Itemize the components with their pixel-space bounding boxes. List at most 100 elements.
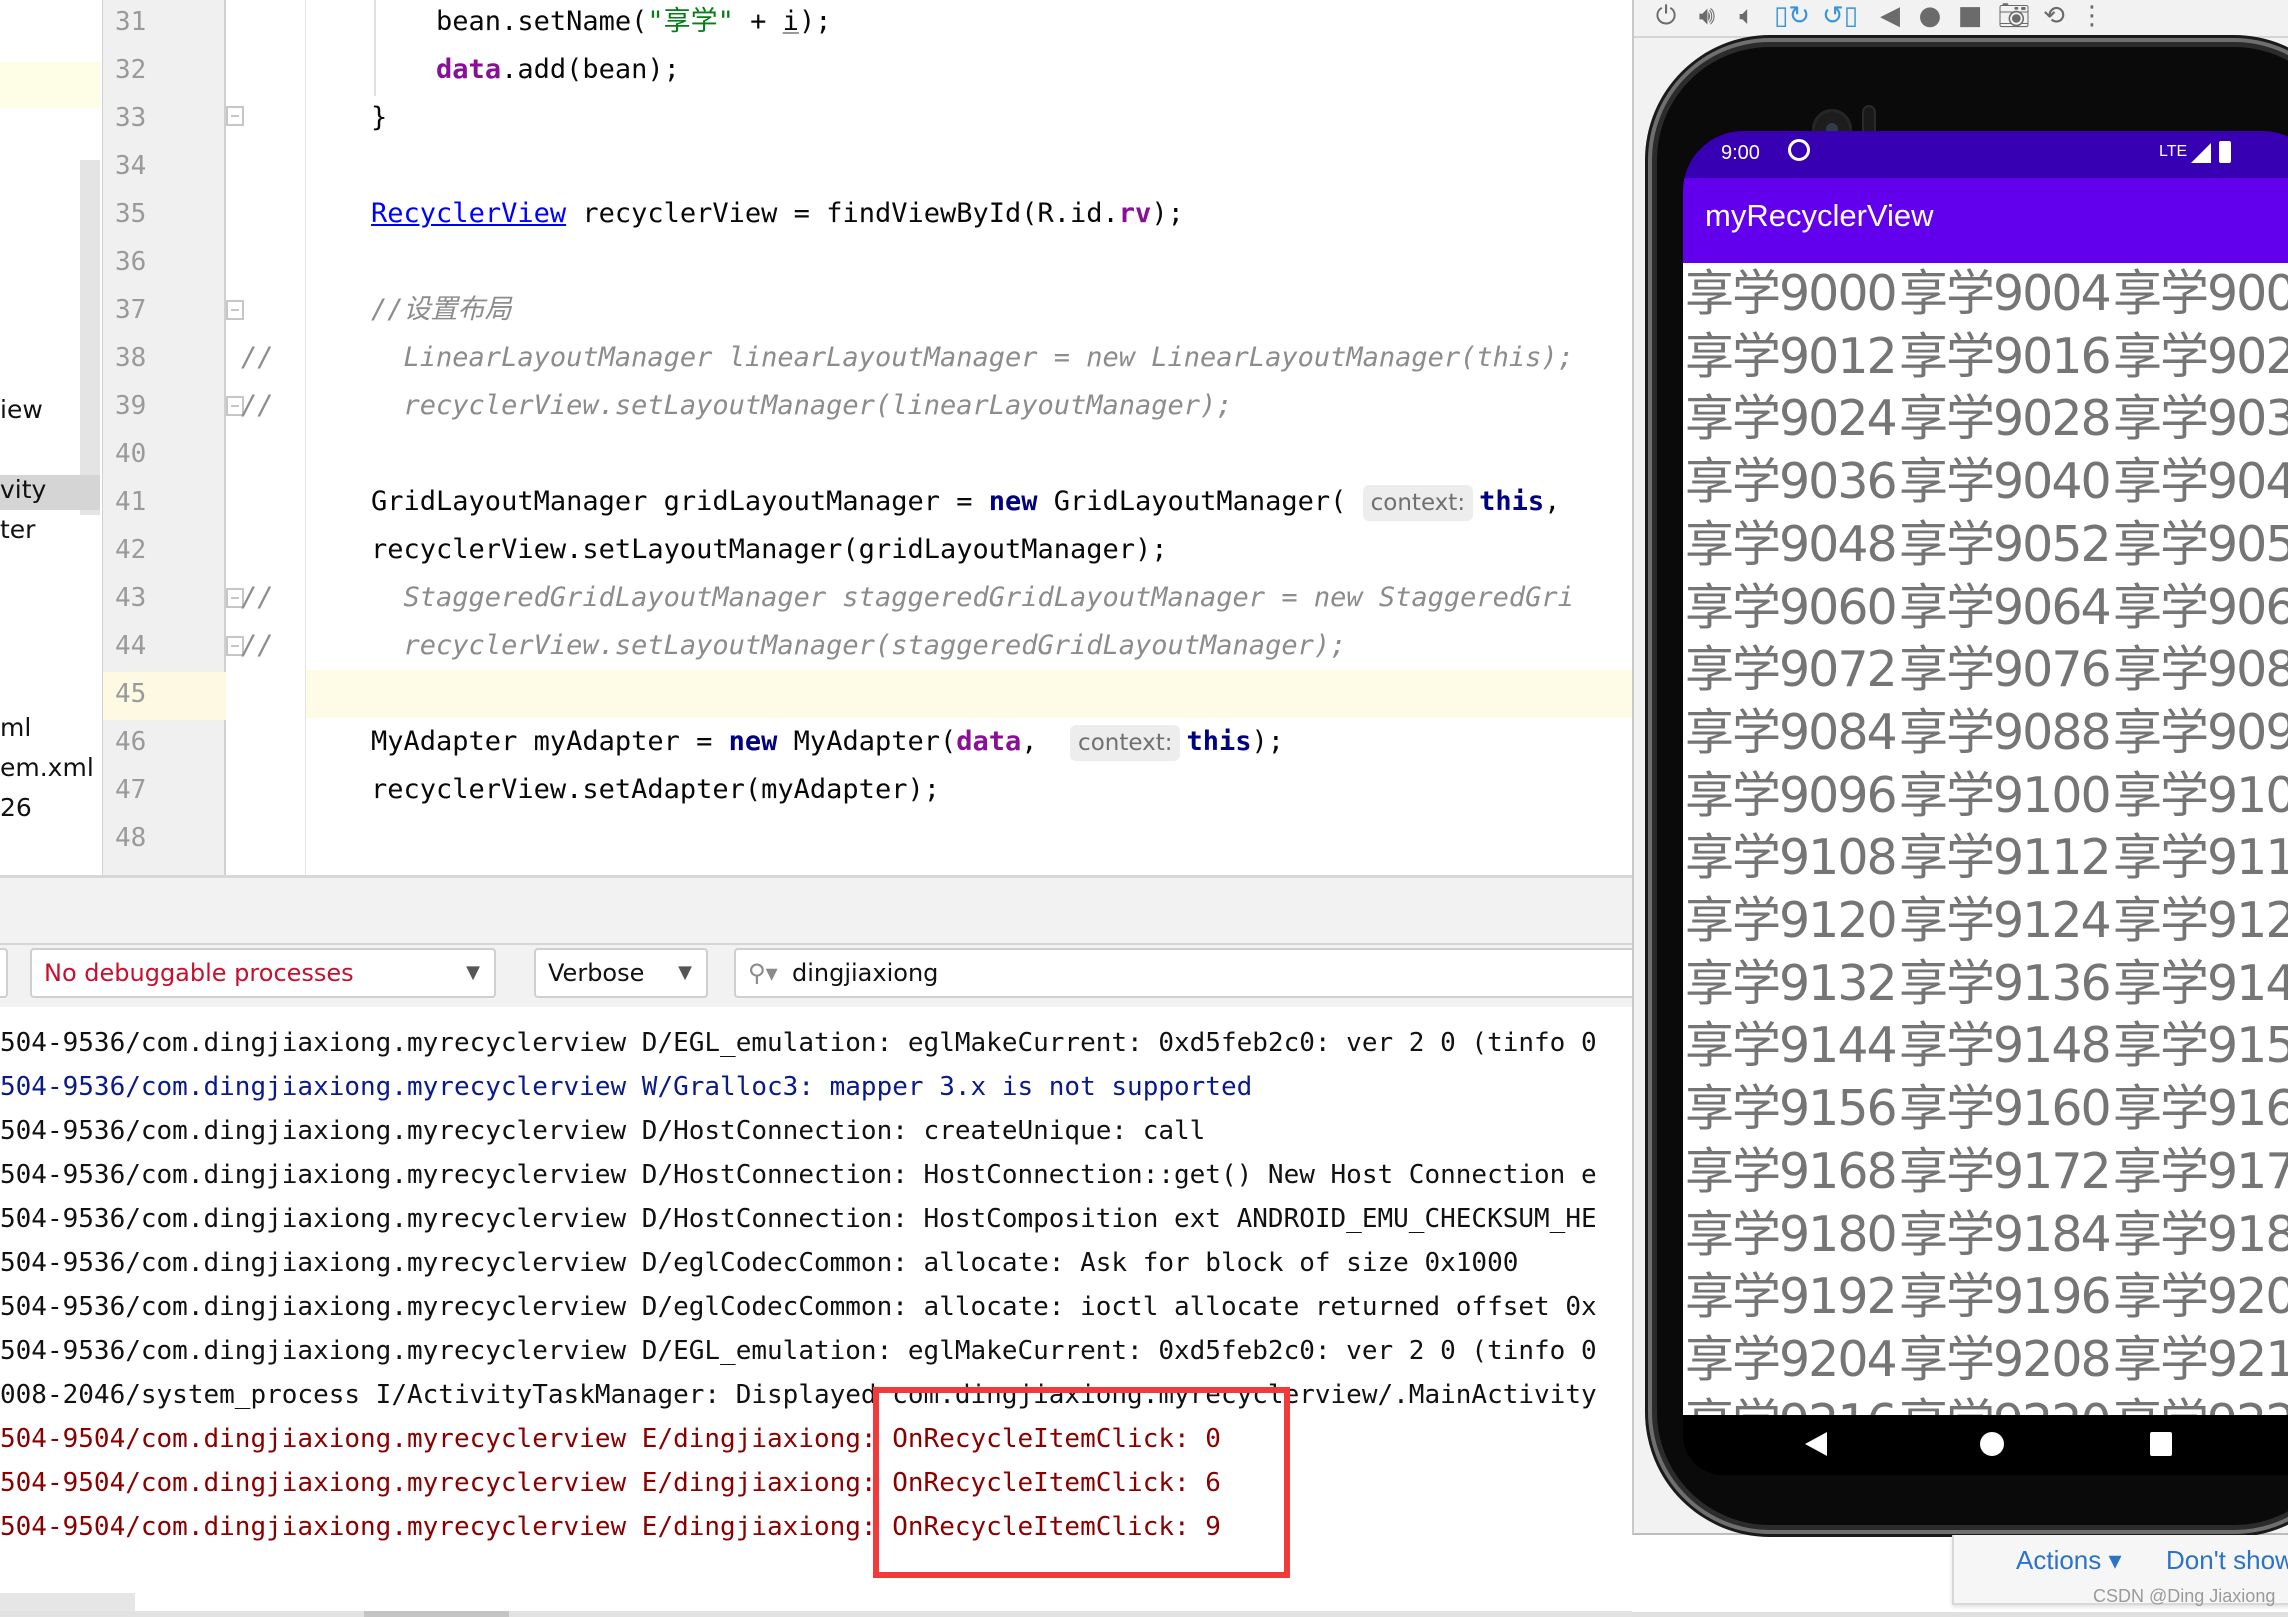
list-item[interactable]: 享学9156	[1685, 1078, 1898, 1141]
screenshot-icon[interactable]: 📷︎	[1996, 0, 2032, 32]
code-line[interactable]: //设置布局	[306, 286, 1632, 334]
list-item[interactable]: 享学9028	[1899, 388, 2112, 451]
list-item[interactable]: 享学9160	[1899, 1078, 2112, 1141]
log-line[interactable]: 504-9536/com.dingjiaxiong.myrecyclerview…	[0, 1241, 1518, 1285]
log-line[interactable]: 504-9536/com.dingjiaxiong.myrecyclerview…	[0, 1109, 1205, 1153]
list-item[interactable]: 享学9004	[1899, 263, 2112, 326]
list-item[interactable]: 享学9188	[2113, 1204, 2288, 1267]
code-line[interactable]: recyclerView.setLayoutManager(gridLayout…	[306, 526, 1632, 574]
list-item[interactable]: 享学9152	[2113, 1015, 2288, 1078]
list-item[interactable]: 享学9076	[1899, 639, 2112, 702]
code-line[interactable]: data.add(bean);	[306, 46, 1632, 94]
list-item[interactable]: 享学9036	[1685, 451, 1898, 514]
list-item[interactable]: 享学9016	[1899, 326, 2112, 389]
log-level-select[interactable]: Verbose ▼	[534, 948, 708, 998]
rotate-left-icon[interactable]: ▯↻	[1774, 0, 1810, 32]
overview-icon[interactable]: ■	[1952, 0, 1988, 32]
list-item[interactable]: 享学9032	[2113, 388, 2288, 451]
list-item[interactable]: 享学9080	[2113, 639, 2288, 702]
nav-home-icon[interactable]	[1980, 1432, 2004, 1456]
code-line[interactable]: RecyclerView recyclerView = findViewById…	[306, 190, 1632, 238]
project-tree-item-selected[interactable]: vity	[0, 475, 100, 510]
nav-recents-icon[interactable]	[2150, 1432, 2172, 1456]
logcat-horizontal-scrollbar[interactable]	[0, 1611, 1632, 1617]
list-item[interactable]: 享学9092	[2113, 702, 2288, 765]
fold-icon[interactable]	[226, 106, 244, 126]
project-tree-item[interactable]: ml	[0, 713, 31, 742]
back-icon[interactable]: ◀	[1872, 0, 1908, 32]
list-item[interactable]: 享学9088	[1899, 702, 2112, 765]
list-item[interactable]: 享学9220	[1899, 1392, 2112, 1415]
log-line[interactable]: 504-9536/com.dingjiaxiong.myrecyclerview…	[0, 1065, 1252, 1109]
list-item[interactable]: 享学9124	[1899, 890, 2112, 953]
log-line[interactable]: 504-9536/com.dingjiaxiong.myrecyclerview…	[0, 1285, 1597, 1329]
volume-down-icon[interactable]: 🔈︎	[1729, 0, 1765, 32]
code-line[interactable]	[306, 430, 1632, 478]
code-line[interactable]: recyclerView.setLayoutManager(staggeredG…	[306, 622, 1632, 670]
code-line[interactable]	[306, 670, 1632, 718]
list-item[interactable]: 享学9196	[1899, 1266, 2112, 1329]
list-item[interactable]: 享学9048	[1685, 514, 1898, 577]
volume-up-icon[interactable]: 🔊︎	[1689, 0, 1725, 32]
list-item[interactable]: 享学9212	[2113, 1329, 2288, 1392]
list-item[interactable]: 享学9096	[1685, 765, 1898, 828]
log-line[interactable]: 504-9536/com.dingjiaxiong.myrecyclerview…	[0, 1153, 1597, 1197]
project-tree-item[interactable]: 26	[0, 793, 32, 822]
code-line[interactable]	[306, 238, 1632, 286]
list-item[interactable]: 享学9056	[2113, 514, 2288, 577]
list-item[interactable]: 享学9168	[1685, 1141, 1898, 1204]
list-item[interactable]: 享学9072	[1685, 639, 1898, 702]
recycler-view[interactable]: 享学9000享学9004享学9008享学9012享学9016享学9020享学90…	[1683, 263, 2288, 1415]
log-line[interactable]: 504-9536/com.dingjiaxiong.myrecyclerview…	[0, 1021, 1597, 1065]
project-tree-item[interactable]: ter	[0, 515, 35, 544]
list-item[interactable]: 享学9024	[1685, 388, 1898, 451]
list-item[interactable]: 享学9128	[2113, 890, 2288, 953]
list-item[interactable]: 享学9052	[1899, 514, 2112, 577]
search-icon[interactable]: ⚲▾	[748, 950, 778, 996]
logcat-search-input[interactable]: ⚲▾ dingjiaxiong	[734, 948, 1634, 998]
code-line[interactable]: recyclerView.setLayoutManager(linearLayo…	[306, 382, 1632, 430]
list-item[interactable]: 享学9108	[1685, 827, 1898, 890]
list-item[interactable]: 享学9144	[1685, 1015, 1898, 1078]
code-line[interactable]	[306, 814, 1632, 862]
list-item[interactable]: 享学9020	[2113, 326, 2288, 389]
list-item[interactable]: 享学9200	[2113, 1266, 2288, 1329]
log-line[interactable]: 008-2046/system_process I/ActivityTaskMa…	[0, 1373, 1597, 1417]
list-item[interactable]: 享学9216	[1685, 1392, 1898, 1415]
actions-link[interactable]: Actions ▾	[2016, 1545, 2122, 1576]
code-line[interactable]: bean.setName("享学" + i);	[306, 0, 1632, 46]
code-line[interactable]: LinearLayoutManager linearLayoutManager …	[306, 334, 1632, 382]
list-item[interactable]: 享学9172	[1899, 1141, 2112, 1204]
list-item[interactable]: 享学9132	[1685, 953, 1898, 1016]
phone-screen[interactable]: 9:00 LTE myRecyclerView 享学9000 享学9004 享学90…	[1683, 131, 2288, 1475]
nav-back-icon[interactable]	[1805, 1432, 1827, 1456]
list-item[interactable]: 享学9112	[1899, 827, 2112, 890]
list-item[interactable]: 享学9148	[1899, 1015, 2112, 1078]
list-item[interactable]: 享学9176	[2113, 1141, 2288, 1204]
code-editor[interactable]: bean.setName("享学" + i); data.add(bean); …	[306, 0, 1632, 875]
list-item[interactable]: 享学9140	[2113, 953, 2288, 1016]
log-line[interactable]: 504-9536/com.dingjiaxiong.myrecyclerview…	[0, 1197, 1597, 1241]
list-item[interactable]: 享学9068	[2113, 577, 2288, 640]
code-line[interactable]: MyAdapter myAdapter = new MyAdapter(data…	[306, 718, 1632, 766]
list-item[interactable]: 享学9104	[2113, 765, 2288, 828]
list-item[interactable]: 享学9060	[1685, 577, 1898, 640]
scrollbar-thumb[interactable]	[364, 1611, 509, 1617]
rotate-right-icon[interactable]: ↺▯	[1822, 0, 1858, 32]
list-item[interactable]: 享学9164	[2113, 1078, 2288, 1141]
list-item[interactable]: 享学9000	[1685, 263, 1898, 326]
power-icon[interactable]: ⏻	[1648, 0, 1684, 32]
list-item[interactable]: 享学9040	[1899, 451, 2112, 514]
fold-icon[interactable]	[226, 300, 244, 320]
device-select-stub[interactable]	[0, 948, 8, 998]
list-item[interactable]: 享学9224	[2113, 1392, 2288, 1415]
list-item[interactable]: 享学9100	[1899, 765, 2112, 828]
list-item[interactable]: 享学9180	[1685, 1204, 1898, 1267]
list-item[interactable]: 享学9064	[1899, 577, 2112, 640]
code-line[interactable]: GridLayoutManager gridLayoutManager = ne…	[306, 478, 1632, 526]
log-line[interactable]: 504-9536/com.dingjiaxiong.myrecyclerview…	[0, 1329, 1597, 1373]
list-item[interactable]: 享学9204	[1685, 1329, 1898, 1392]
list-item[interactable]: 享学9044	[2113, 451, 2288, 514]
list-item[interactable]: 享学9012	[1685, 326, 1898, 389]
code-line[interactable]: }	[306, 94, 1632, 142]
